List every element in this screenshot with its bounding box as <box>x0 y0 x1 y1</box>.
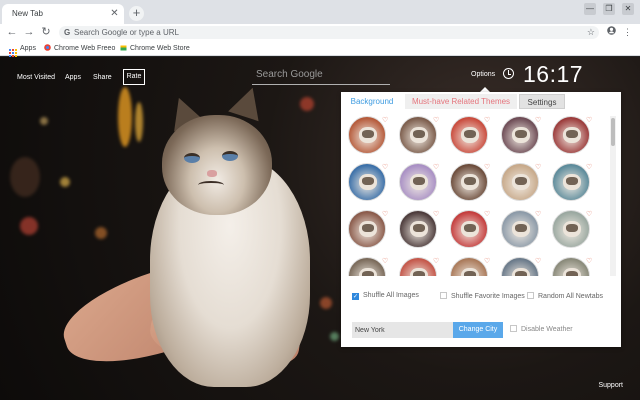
favorite-heart-icon[interactable]: ♡ <box>484 117 490 124</box>
background-thumbnail[interactable] <box>552 163 590 201</box>
background-thumbnail[interactable] <box>348 210 386 248</box>
most-visited-link[interactable]: Most Visited <box>17 74 55 81</box>
background-thumbnail[interactable] <box>552 116 590 154</box>
omnibox-placeholder: Search Google or type a URL <box>74 28 179 37</box>
background-thumbnail-grid: ♡ ♡ ♡ ♡ ♡ ♡ ♡ ♡ ♡ ♡ ♡ ♡ ♡ ♡ ♡ ♡ ♡ ♡ ♡ ♡ <box>347 116 610 276</box>
checkbox[interactable] <box>440 292 447 299</box>
tab-title: New Tab <box>12 9 43 18</box>
background-thumbnail[interactable] <box>552 257 590 276</box>
background-thumbnail[interactable] <box>450 116 488 154</box>
google-g-icon: G <box>64 28 71 37</box>
clock-icon[interactable] <box>503 68 514 79</box>
checkbox[interactable] <box>510 325 517 332</box>
background-thumbnail[interactable] <box>399 257 437 276</box>
background-thumbnail[interactable] <box>348 116 386 154</box>
background-thumbnail[interactable] <box>399 210 437 248</box>
favorite-heart-icon[interactable]: ♡ <box>535 211 541 218</box>
background-thumbnail[interactable] <box>450 257 488 276</box>
profile-avatar-icon[interactable] <box>605 26 618 39</box>
favorite-heart-icon[interactable]: ♡ <box>535 117 541 124</box>
scroll-thumb[interactable] <box>611 118 615 146</box>
bookmark-apps[interactable]: Apps <box>9 41 36 57</box>
background-thumbnail[interactable] <box>552 210 590 248</box>
back-arrow-icon[interactable]: ← <box>5 26 19 39</box>
change-city-button[interactable]: Change City <box>453 322 503 338</box>
background-thumbnail[interactable] <box>501 210 539 248</box>
close-icon[interactable]: ✕ <box>108 7 121 20</box>
favorite-heart-icon[interactable]: ♡ <box>535 258 541 265</box>
options-panel: Background Must-have Related Themes Sett… <box>341 92 621 347</box>
bookmark-chrome-web-store[interactable]: Chrome Web Store <box>120 41 190 56</box>
browser-toolbar: ← → ↻ G Search Google or type a URL ☆ ⋮ <box>0 24 640 41</box>
browser-tab[interactable]: New Tab ✕ <box>2 4 124 24</box>
options-link[interactable]: Options <box>471 71 495 78</box>
panel-scrollbar[interactable] <box>610 116 616 276</box>
apps-link[interactable]: Apps <box>65 74 81 81</box>
background-thumbnail[interactable] <box>501 116 539 154</box>
panel-tabs: Background Must-have Related Themes Sett… <box>341 92 621 111</box>
maximize-button[interactable]: ❐ <box>603 3 615 15</box>
google-search-input[interactable]: Search Google <box>252 65 390 85</box>
tab-related-themes[interactable]: Must-have Related Themes <box>405 94 517 109</box>
shuffle-all-option[interactable]: ✓ Shuffle All Images <box>352 292 419 300</box>
star-icon[interactable]: ☆ <box>587 26 595 39</box>
minimize-button[interactable]: — <box>584 3 596 15</box>
favorite-heart-icon[interactable]: ♡ <box>484 258 490 265</box>
favorite-heart-icon[interactable]: ♡ <box>586 164 592 171</box>
background-thumbnail[interactable] <box>348 257 386 276</box>
disable-weather-option[interactable]: Disable Weather <box>510 325 573 333</box>
new-tab-page: Most Visited Apps Share Rate Search Goog… <box>0 57 640 400</box>
new-tab-button[interactable]: + <box>129 6 144 21</box>
favorite-heart-icon[interactable]: ♡ <box>586 258 592 265</box>
chrome-web-store-icon <box>120 42 127 51</box>
checkbox-checked[interactable]: ✓ <box>352 293 359 300</box>
favorite-heart-icon[interactable]: ♡ <box>433 117 439 124</box>
rate-button[interactable]: Rate <box>123 69 145 85</box>
apps-grid-icon <box>9 49 17 57</box>
menu-dots-icon[interactable]: ⋮ <box>621 26 634 39</box>
clock-time: 16:17 <box>523 61 584 87</box>
favorite-heart-icon[interactable]: ♡ <box>382 258 388 265</box>
bookmarks-bar: Apps Chrome Web Freeo Chrome Web Store <box>0 41 640 57</box>
share-link[interactable]: Share <box>93 74 112 81</box>
support-link[interactable]: Support <box>598 382 623 389</box>
shuffle-favorite-option[interactable]: Shuffle Favorite Images <box>440 292 525 300</box>
favorite-heart-icon[interactable]: ♡ <box>433 258 439 265</box>
favorite-heart-icon[interactable]: ♡ <box>535 164 541 171</box>
favorite-heart-icon[interactable]: ♡ <box>586 211 592 218</box>
favorite-heart-icon[interactable]: ♡ <box>484 164 490 171</box>
background-thumbnail[interactable] <box>501 163 539 201</box>
background-thumbnail[interactable] <box>399 163 437 201</box>
background-thumbnail[interactable] <box>399 116 437 154</box>
chrome-web-store-icon <box>44 42 51 51</box>
favorite-heart-icon[interactable]: ♡ <box>382 211 388 218</box>
forward-arrow-icon[interactable]: → <box>22 26 36 39</box>
random-all-option[interactable]: Random All Newtabs <box>527 292 603 300</box>
tab-settings[interactable]: Settings <box>519 94 565 109</box>
favorite-heart-icon[interactable]: ♡ <box>433 211 439 218</box>
city-input[interactable] <box>352 322 453 338</box>
tab-strip: New Tab ✕ + — ❐ ✕ <box>0 0 640 24</box>
bookmark-chrome-web-freeo[interactable]: Chrome Web Freeo <box>44 41 115 56</box>
close-window-button[interactable]: ✕ <box>622 3 634 15</box>
checkbox[interactable] <box>527 292 534 299</box>
favorite-heart-icon[interactable]: ♡ <box>382 164 388 171</box>
omnibox[interactable]: G Search Google or type a URL ☆ <box>59 26 599 39</box>
favorite-heart-icon[interactable]: ♡ <box>433 164 439 171</box>
favorite-heart-icon[interactable]: ♡ <box>484 211 490 218</box>
favorite-heart-icon[interactable]: ♡ <box>586 117 592 124</box>
background-thumbnail[interactable] <box>450 163 488 201</box>
favorite-heart-icon[interactable]: ♡ <box>382 117 388 124</box>
reload-icon[interactable]: ↻ <box>39 26 53 39</box>
background-thumbnail[interactable] <box>348 163 386 201</box>
background-thumbnail[interactable] <box>501 257 539 276</box>
background-thumbnail[interactable] <box>450 210 488 248</box>
tab-background[interactable]: Background <box>345 94 399 109</box>
search-placeholder: Search Google <box>256 69 323 80</box>
